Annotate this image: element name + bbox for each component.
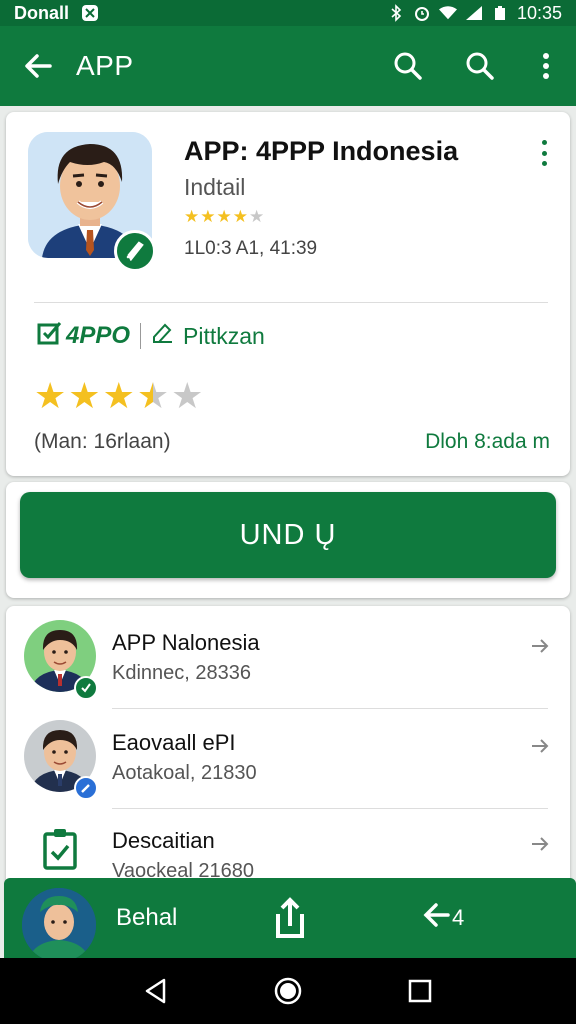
verified-badge-icon (114, 230, 156, 272)
install-card: UND Ų (6, 482, 570, 598)
small-star-rating: ★ ★ ★ ★ ★ (184, 208, 264, 225)
bottom-action-bar: Behal 4 (4, 878, 576, 962)
back-arrow-icon[interactable] (0, 26, 76, 106)
rating-caption: (Man: 16rlaan) (34, 430, 171, 453)
list-item-title: APP Nalonesia (112, 630, 260, 655)
list-item-title: Eaovaall ePI (112, 730, 236, 755)
search-icon[interactable] (444, 26, 516, 106)
wifi-icon (438, 4, 457, 22)
check-icon (74, 676, 98, 700)
alarm-icon (413, 4, 431, 22)
star-icon: ★ (102, 375, 135, 416)
app-bar: APP (0, 26, 576, 106)
clock: 10:35 (516, 2, 562, 23)
big-star-rating: ★ ★ ★ ★ ★ (34, 378, 203, 414)
star-icon: ★ (171, 375, 204, 416)
edit-icon (151, 321, 175, 351)
app-bar-title: APP (76, 50, 134, 81)
app-info-card: APP: 4PPP Indonesia Indtail ★ ★ ★ ★ ★ 1L0:3 … (6, 112, 570, 476)
nav-back-icon[interactable] (136, 971, 176, 1011)
list-item[interactable]: APP Nalonesia Kdinnec, 28336 (6, 606, 570, 709)
clipboard-check-icon (42, 826, 78, 870)
card-more-vert-icon[interactable] (532, 138, 556, 168)
publisher-label: Pittkzan (183, 322, 265, 349)
star-icon: ★ (232, 207, 248, 226)
list-item-subtitle: Aotakoal, 21830 (112, 762, 257, 784)
star-icon: ★ (216, 207, 232, 226)
app-tag[interactable]: 4PPO (36, 320, 130, 353)
star-icon: ★ (200, 207, 216, 226)
tag-row: 4PPO Pittkzan (36, 320, 265, 352)
divider (34, 302, 548, 303)
tag-separator (140, 323, 142, 349)
nav-recents-icon[interactable] (400, 971, 440, 1011)
star-icon: ★ (34, 375, 67, 416)
more-vert-icon[interactable] (516, 26, 576, 106)
app-name: APP: 4PPP Indonesia (184, 136, 459, 166)
user-avatar[interactable] (22, 888, 96, 962)
bluetooth-icon (387, 4, 405, 22)
related-list: APP Nalonesia Kdinnec, 28336 Eaovaall eP… (6, 606, 570, 906)
chevron-right-icon[interactable] (528, 634, 552, 658)
bottom-bar-label[interactable]: Behal (116, 904, 177, 932)
share-icon[interactable] (270, 896, 310, 940)
app-tag-label: 4PPO (66, 322, 131, 349)
signal-icon (465, 4, 483, 22)
star-icon: ★ (249, 207, 265, 226)
clipboard-check-icon (36, 320, 62, 353)
status-bar: Donall 10:35 (0, 0, 576, 26)
star-icon: ★ (68, 375, 101, 416)
search-icon[interactable] (372, 26, 444, 106)
back-count: 4 (452, 905, 465, 930)
chevron-right-icon[interactable] (528, 832, 552, 856)
star-icon: ★ (184, 207, 200, 226)
app-notification-icon (81, 4, 99, 22)
list-item-title: Descaitian (112, 828, 215, 853)
chevron-right-icon[interactable] (528, 734, 552, 758)
app-meta: 1L0:3 A1, 41:39 (184, 238, 318, 259)
list-item[interactable]: Eaovaall ePI Aotakoal, 21830 (6, 706, 570, 809)
carrier-label: Donall (14, 2, 70, 23)
battery-icon (491, 4, 509, 22)
nav-home-icon[interactable] (268, 971, 308, 1011)
app-subtitle: Indtail (184, 174, 246, 200)
install-button[interactable]: UND Ų (20, 492, 556, 578)
bottom-back-button[interactable]: 4 (422, 898, 464, 938)
system-nav-bar (0, 958, 576, 1024)
edit-icon (74, 776, 98, 800)
publisher-tag[interactable]: Pittkzan (151, 321, 265, 351)
list-item-subtitle: Kdinnec, 28336 (112, 662, 252, 684)
star-icon: ★ (136, 375, 170, 416)
back-arrow-icon (422, 901, 450, 935)
rating-link[interactable]: Dloh 8:ada m (425, 430, 550, 454)
